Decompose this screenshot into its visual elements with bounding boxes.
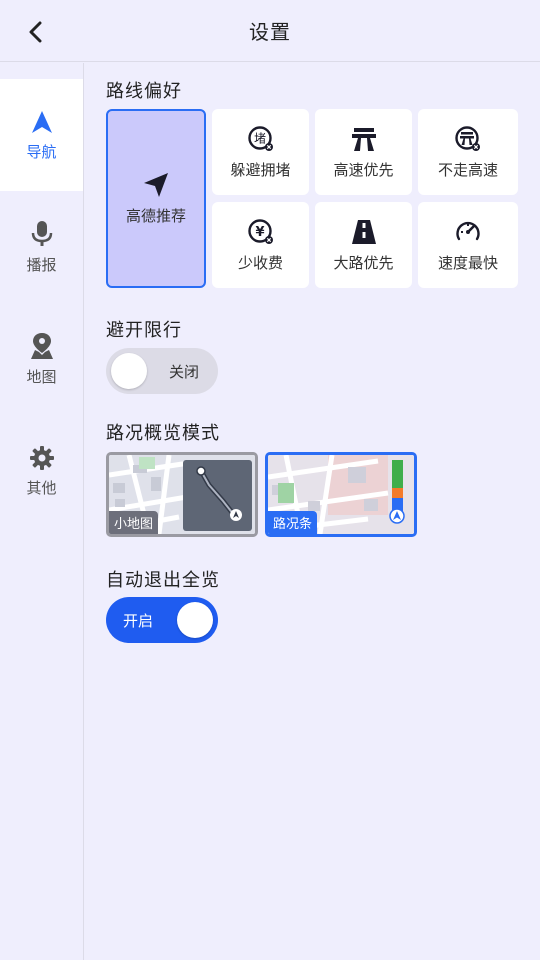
- route-option-highway-first[interactable]: 高速优先: [315, 109, 412, 195]
- sidebar-item-label: 其他: [26, 478, 57, 497]
- svg-text:¥: ¥: [255, 225, 264, 240]
- sidebar-item-label: 地图: [26, 367, 57, 386]
- sidebar-item-label: 播报: [26, 255, 57, 274]
- page-title: 设置: [249, 20, 291, 44]
- route-option-label: 速度最快: [437, 253, 498, 272]
- auto-exit-title: 自动退出全览: [106, 570, 220, 591]
- restriction-toggle[interactable]: 关闭: [106, 348, 218, 394]
- back-button[interactable]: [22, 18, 50, 46]
- navigation-arrow-icon: [31, 110, 52, 133]
- avoid-congestion-icon: 堵: [247, 125, 273, 151]
- microphone-icon: [31, 220, 52, 246]
- no-highway-icon: [455, 125, 480, 151]
- sidebar-item-map[interactable]: 地图: [0, 303, 83, 415]
- route-option-label: 大路优先: [333, 253, 394, 272]
- toggle-knob: [177, 602, 213, 638]
- overview-option-label: 路况条: [268, 511, 318, 534]
- route-option-label: 高速优先: [333, 160, 394, 179]
- sidebar-item-other[interactable]: 其他: [0, 415, 83, 527]
- chevron-left-icon: [29, 21, 42, 43]
- sidebar: 导航 播报 地图 其他: [0, 63, 84, 960]
- route-option-label: 不走高速: [437, 160, 498, 179]
- highway-icon: [351, 127, 376, 151]
- gear-icon: [29, 445, 54, 470]
- map-pin-icon: [30, 332, 53, 359]
- toggle-knob: [111, 353, 147, 389]
- toggle-label: 开启: [123, 612, 154, 630]
- route-option-main-road[interactable]: 大路优先: [315, 202, 412, 288]
- route-option-label: 高德推荐: [125, 207, 186, 225]
- route-option-recommended[interactable]: 高德推荐: [106, 109, 206, 288]
- toggle-label: 关闭: [169, 363, 200, 381]
- less-toll-icon: ¥: [247, 218, 273, 244]
- main-road-icon: [351, 219, 376, 244]
- paper-plane-icon: [144, 173, 168, 197]
- route-option-avoid-congestion[interactable]: 堵 躲避拥堵: [212, 109, 309, 195]
- overview-mode-title: 路况概览模式: [106, 423, 220, 444]
- route-option-label: 少收费: [237, 253, 283, 272]
- route-option-fastest[interactable]: 速度最快: [418, 202, 518, 288]
- route-pref-title: 路线偏好: [106, 81, 182, 102]
- svg-text:堵: 堵: [253, 131, 265, 145]
- header-bar: 设置: [0, 0, 540, 62]
- restriction-title: 避开限行: [106, 320, 182, 341]
- route-option-less-toll[interactable]: ¥ 少收费: [212, 202, 309, 288]
- overview-option-traffic-bar[interactable]: 路况条: [265, 452, 417, 537]
- overview-option-label: 小地图: [109, 511, 159, 534]
- overview-option-minimap[interactable]: 小地图: [106, 452, 258, 537]
- sidebar-item-label: 导航: [26, 142, 57, 161]
- route-option-label: 躲避拥堵: [230, 160, 291, 179]
- sidebar-item-navigation[interactable]: 导航: [0, 79, 83, 191]
- auto-exit-toggle[interactable]: 开启: [106, 597, 218, 643]
- speedometer-icon: [456, 221, 480, 240]
- route-option-no-highway[interactable]: 不走高速: [418, 109, 518, 195]
- sidebar-item-broadcast[interactable]: 播报: [0, 191, 83, 303]
